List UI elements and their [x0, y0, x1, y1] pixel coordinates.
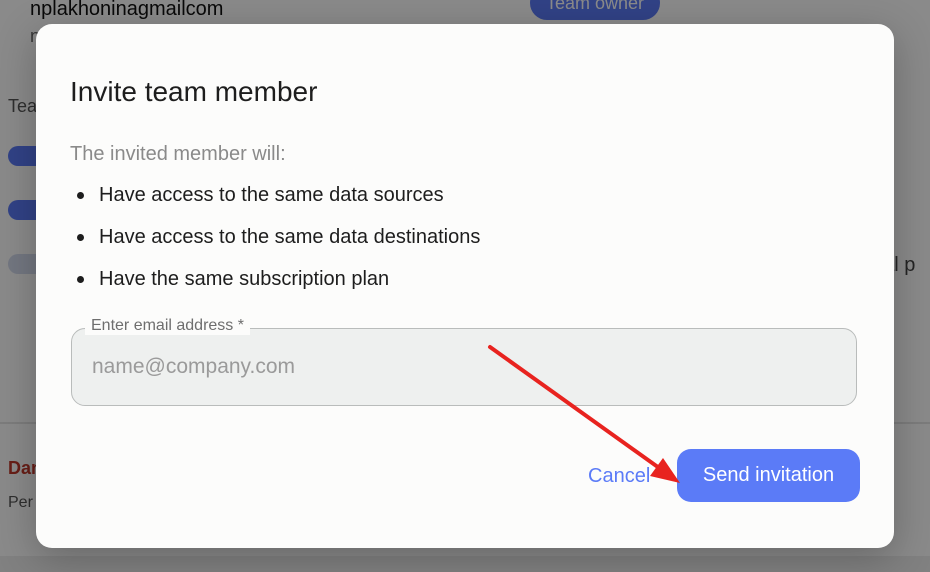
list-item: Have access to the same data sources: [70, 183, 480, 225]
bullet-icon: [77, 192, 84, 199]
list-item: Have access to the same data destination…: [70, 225, 480, 267]
benefits-list: Have access to the same data sources Hav…: [70, 183, 480, 309]
send-invitation-button[interactable]: Send invitation: [677, 449, 860, 502]
email-input[interactable]: [74, 331, 854, 403]
bullet-icon: [77, 276, 84, 283]
list-item: Have the same subscription plan: [70, 267, 480, 309]
invite-dialog: Invite team member The invited member wi…: [36, 24, 894, 548]
email-field-label: Enter email address *: [85, 317, 250, 335]
bullet-icon: [77, 234, 84, 241]
dialog-title: Invite team member: [70, 76, 318, 107]
email-field: [71, 328, 857, 406]
dialog-intro: The invited member will:: [70, 143, 286, 165]
cancel-button[interactable]: Cancel: [576, 460, 662, 492]
